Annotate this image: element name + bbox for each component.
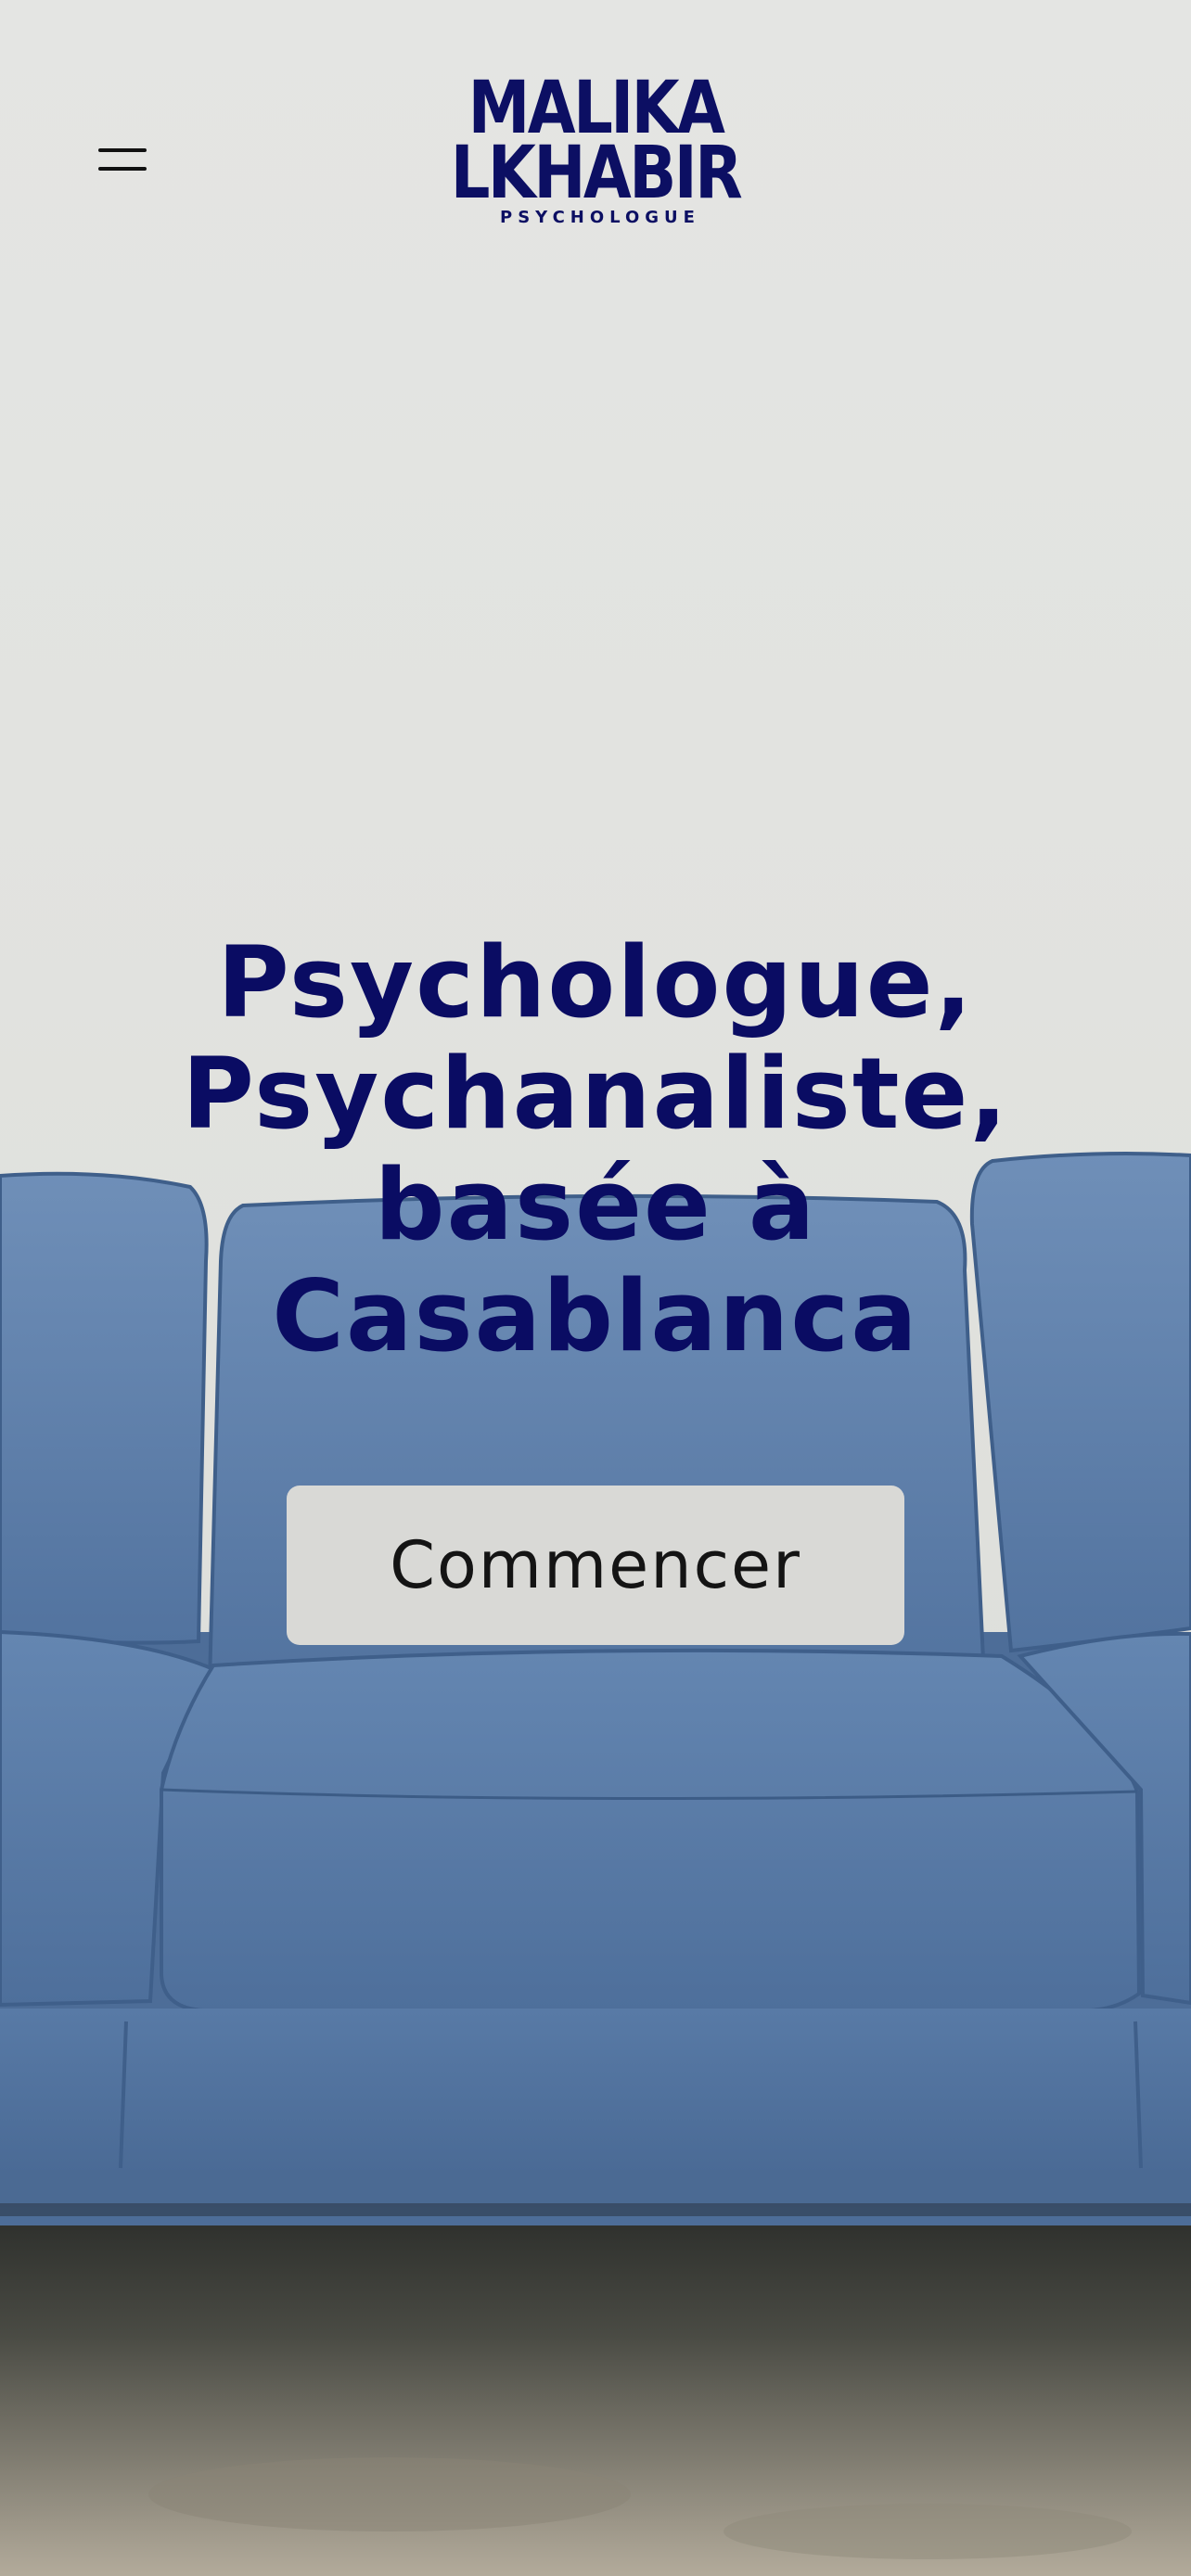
- commencer-button[interactable]: Commencer: [287, 1486, 904, 1645]
- headline-line: Psychanaliste,: [182, 1037, 1009, 1151]
- headline-line: Psychologue,: [217, 925, 974, 1039]
- headline-line: Casablanca: [272, 1259, 919, 1373]
- site-header: MALIKA LKHABIR PSYCHOLOGUE: [0, 0, 1191, 278]
- headline-line: basée à: [374, 1148, 817, 1262]
- site-logo[interactable]: MALIKA LKHABIR PSYCHOLOGUE: [0, 72, 1191, 227]
- logo-line-2: LKHABIR: [450, 132, 743, 215]
- hero-headline: Psychologue, Psychanaliste, basée à Casa…: [0, 927, 1191, 1372]
- hero-section: MALIKA LKHABIR PSYCHOLOGUE Psychologue, …: [0, 0, 1191, 2576]
